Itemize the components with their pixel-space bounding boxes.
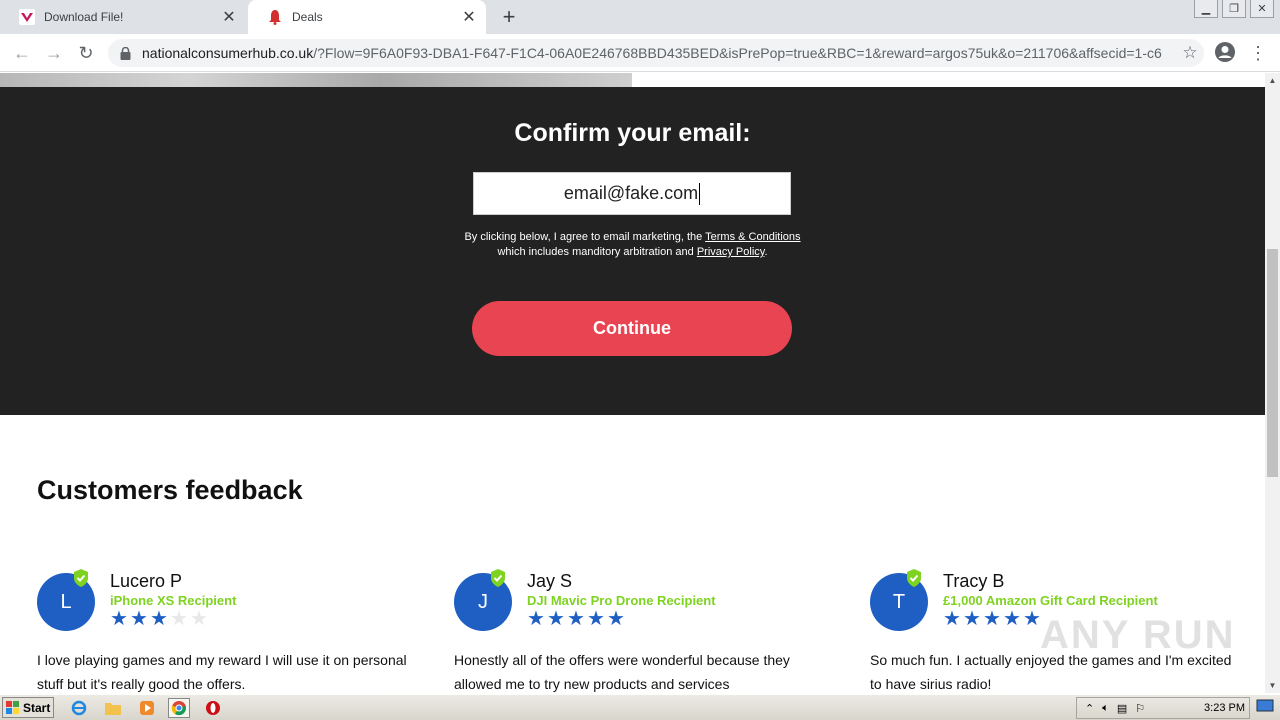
star-icon: ★ [110,608,128,630]
star-icon: ★ [943,608,961,630]
reviewer-name: Tracy B [943,571,1005,591]
star-icon: ★ [983,608,1001,630]
internet-explorer-icon[interactable] [68,698,90,718]
bookmark-star-icon[interactable]: ☆ [1178,41,1202,65]
confirm-email-heading: Confirm your email: [514,119,751,147]
verified-check-icon [74,569,88,587]
tab-deals[interactable]: Deals ✕ [248,0,486,34]
address-bar[interactable]: nationalconsumerhub.co.uk/?Flow=9F6A0F93… [108,39,1204,67]
close-icon[interactable]: ✕ [456,4,482,30]
review-text: I love playing games and my reward I wil… [37,652,407,692]
star-icon: ★ [150,608,168,630]
privacy-link[interactable]: Privacy Policy [697,246,765,258]
review-text: Honestly all of the offers were wonderfu… [454,652,790,692]
show-desktop-icon[interactable] [1256,698,1276,718]
disclaimer-text: By clicking below, I agree to email mark… [464,231,801,258]
scroll-down-arrow-icon[interactable]: ▼ [1265,678,1280,693]
reviewer-prize: £1,000 Amazon Gift Card Recipient [943,593,1158,608]
close-icon[interactable]: ✕ [216,4,242,30]
star-icon: ★ [567,608,585,630]
url-path: /?Flow=9F6A0F93-DBA1-F647-F1C4-06A0E2467… [313,45,1162,61]
star-icon: ★ [963,608,981,630]
watermark: ANY RUN [1040,613,1236,657]
text-caret [699,182,701,205]
verified-check-icon [491,569,505,587]
tab-title: Download File! [44,10,124,24]
star-rating: ★ ★ ★ ★ ★ [943,609,1043,629]
clock[interactable]: 3:23 PM [1204,702,1245,714]
continue-button[interactable]: Continue [472,301,792,356]
star-icon: ★ [170,608,188,630]
system-tray: ⌃ 🔈︎ ▤ ⚐ 3:23 PM [1076,697,1250,719]
lock-icon [120,46,134,60]
minimize-button[interactable]: ▁ [1194,0,1218,18]
review-card: L Lucero P iPhone XS Recipient ★ ★ ★ ★ ★ I l… [37,568,417,693]
volume-icon[interactable]: 🔈︎ [1102,702,1109,715]
star-icon: ★ [587,608,605,630]
page-viewport: Confirm your email: email@fake.com By cl… [0,73,1265,693]
forward-arrow-icon[interactable]: → [40,39,68,67]
chrome-icon[interactable] [168,698,190,718]
window-controls: ▁ ❐ ✕ [1194,0,1274,18]
close-window-button[interactable]: ✕ [1250,0,1274,18]
disclaimer-line1: By clicking below, I agree to email mark… [464,231,703,243]
url-text: nationalconsumerhub.co.uk/?Flow=9F6A0F93… [142,45,1162,61]
back-arrow-icon[interactable]: ← [8,39,36,67]
folder-icon[interactable] [102,698,124,718]
network-icon[interactable]: ▤ [1117,702,1127,715]
reviewer-prize: DJI Mavic Pro Drone Recipient [527,593,716,608]
star-rating: ★ ★ ★ ★ ★ [527,609,627,629]
hero-image [0,73,632,87]
star-icon: ★ [527,608,545,630]
start-button[interactable]: Start [2,697,54,718]
new-tab-button[interactable]: + [496,4,522,30]
disclaimer-line2: which includes manditory arbitration and [497,246,694,258]
windows-logo-icon [6,700,19,714]
verified-check-icon [907,569,921,587]
terms-link[interactable]: Terms & Conditions [705,231,800,243]
star-icon: ★ [1003,608,1021,630]
scrollbar-thumb[interactable] [1267,249,1278,477]
opera-icon[interactable] [202,698,224,718]
restore-button[interactable]: ❐ [1222,0,1246,18]
star-rating: ★ ★ ★ ★ ★ [110,609,210,629]
reviewer-name: Lucero P [110,571,183,591]
tab-title: Deals [292,10,323,24]
more-menu-icon[interactable]: ⋮ [1248,41,1268,65]
star-icon: ★ [190,608,208,630]
star-icon: ★ [547,608,565,630]
star-icon: ★ [130,608,148,630]
reviewer-prize: iPhone XS Recipient [110,593,237,608]
email-value: email@fake.com [563,183,699,203]
browser-toolbar: ← → ↻ nationalconsumerhub.co.uk/?Flow=9F… [0,34,1280,72]
start-label: Start [23,700,51,715]
tray-expand-icon[interactable]: ⌃ [1085,702,1094,715]
media-player-icon[interactable] [136,698,158,718]
tab-strip: Download File! ✕ Deals ✕ + ▁ ❐ ✕ [0,0,1280,34]
tab-download-file[interactable]: Download File! ✕ [0,0,246,34]
v-brand-icon [18,8,36,26]
star-icon: ★ [607,608,625,630]
review-card: J Jay S DJI Mavic Pro Drone Recipient ★ ★… [454,568,834,693]
bell-icon [266,8,284,26]
windows-taskbar: Start ⌃ 🔈︎ ▤ ⚐ 3:23 PM [0,694,1280,720]
page-scrollbar[interactable]: ▲ ▼ [1265,73,1280,693]
url-host: nationalconsumerhub.co.uk [142,45,314,61]
email-input[interactable]: email@fake.com [473,172,791,215]
reload-icon[interactable]: ↻ [72,39,100,67]
profile-icon[interactable] [1214,41,1238,65]
reviewer-name: Jay S [527,571,573,591]
scroll-up-arrow-icon[interactable]: ▲ [1265,73,1280,88]
flag-icon[interactable]: ⚐ [1135,702,1145,715]
feedback-heading: Customers feedback [37,475,303,505]
